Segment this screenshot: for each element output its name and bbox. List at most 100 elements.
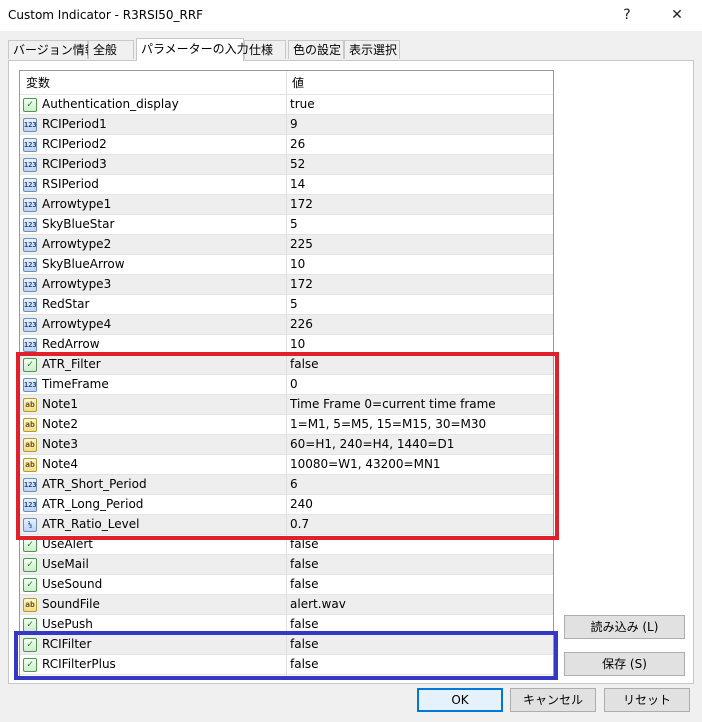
boolean-type-icon: ✓ bbox=[23, 618, 37, 632]
parameter-name: ATR_Short_Period bbox=[42, 477, 147, 491]
parameter-value[interactable]: 10080=W1, 43200=MN1 bbox=[290, 455, 441, 474]
parameter-value[interactable]: 52 bbox=[290, 155, 305, 174]
parameter-value[interactable]: 5 bbox=[290, 295, 298, 314]
parameter-value[interactable]: 240 bbox=[290, 495, 313, 514]
parameter-name: Arrowtype3 bbox=[42, 277, 112, 291]
parameter-name: RCIPeriod2 bbox=[42, 137, 107, 151]
parameter-name: SkyBlueArrow bbox=[42, 257, 125, 271]
save-button[interactable]: 保存 (S) bbox=[564, 652, 685, 676]
parameter-name: Note4 bbox=[42, 457, 79, 471]
integer-type-icon: 123 bbox=[23, 198, 37, 212]
integer-type-icon: 123 bbox=[23, 478, 37, 492]
ok-button[interactable]: OK bbox=[417, 688, 503, 712]
parameter-value[interactable]: 10 bbox=[290, 255, 305, 274]
integer-type-icon: 123 bbox=[23, 318, 37, 332]
parameter-value[interactable]: false bbox=[290, 535, 319, 554]
tab-colors[interactable]: 色の設定 bbox=[288, 40, 344, 59]
tab-version-info[interactable]: バージョン情報 bbox=[8, 40, 97, 59]
title-bar: Custom Indicator - R3RSI50_RRF ? ✕ bbox=[0, 0, 702, 31]
parameter-value[interactable]: 0.7 bbox=[290, 515, 309, 534]
boolean-type-icon: ✓ bbox=[23, 558, 37, 572]
parameter-value[interactable]: alert.wav bbox=[290, 595, 346, 614]
string-type-icon: ab bbox=[23, 458, 37, 472]
parameter-value[interactable]: 172 bbox=[290, 275, 313, 294]
parameter-name: UseMail bbox=[42, 557, 89, 571]
window-title: Custom Indicator - R3RSI50_RRF bbox=[8, 8, 204, 22]
string-type-icon: ab bbox=[23, 418, 37, 432]
parameter-value[interactable]: 6 bbox=[290, 475, 298, 494]
column-header-value[interactable]: 値 bbox=[286, 71, 553, 95]
parameter-name: RCIPeriod1 bbox=[42, 117, 107, 131]
parameter-value[interactable]: 0 bbox=[290, 375, 298, 394]
double-type-icon: ½ bbox=[23, 518, 37, 532]
boolean-type-icon: ✓ bbox=[23, 578, 37, 592]
parameter-name: RedStar bbox=[42, 297, 90, 311]
parameter-value[interactable]: 26 bbox=[290, 135, 305, 154]
integer-type-icon: 123 bbox=[23, 378, 37, 392]
parameter-name: TimeFrame bbox=[42, 377, 109, 391]
parameter-value[interactable]: false bbox=[290, 355, 319, 374]
parameter-value[interactable]: 9 bbox=[290, 115, 298, 134]
parameter-name: RedArrow bbox=[42, 337, 100, 351]
string-type-icon: ab bbox=[23, 438, 37, 452]
parameter-value[interactable]: 14 bbox=[290, 175, 305, 194]
tab-general[interactable]: 全般 bbox=[88, 40, 134, 59]
load-button[interactable]: 読み込み (L) bbox=[564, 615, 685, 639]
parameter-name: UsePush bbox=[42, 617, 93, 631]
integer-type-icon: 123 bbox=[23, 298, 37, 312]
help-button[interactable]: ? bbox=[616, 4, 638, 26]
integer-type-icon: 123 bbox=[23, 218, 37, 232]
parameter-name: SoundFile bbox=[42, 597, 100, 611]
reset-button[interactable]: リセット bbox=[604, 688, 690, 712]
parameter-value[interactable]: Time Frame 0=current time frame bbox=[290, 395, 496, 414]
tab-visualization[interactable]: 表示選択 bbox=[344, 40, 400, 59]
parameter-value[interactable]: false bbox=[290, 655, 319, 674]
parameter-name: RSIPeriod bbox=[42, 177, 99, 191]
parameter-name: Arrowtype2 bbox=[42, 237, 112, 251]
parameter-name: ATR_Long_Period bbox=[42, 497, 144, 511]
parameter-value[interactable]: false bbox=[290, 575, 319, 594]
boolean-type-icon: ✓ bbox=[23, 98, 37, 112]
integer-type-icon: 123 bbox=[23, 498, 37, 512]
integer-type-icon: 123 bbox=[23, 158, 37, 172]
column-divider bbox=[286, 71, 287, 676]
parameter-name: SkyBlueStar bbox=[42, 217, 115, 231]
parameter-name: Authentication_display bbox=[42, 97, 179, 111]
parameter-value[interactable]: false bbox=[290, 615, 319, 634]
string-type-icon: ab bbox=[23, 398, 37, 412]
parameter-name: Arrowtype4 bbox=[42, 317, 112, 331]
parameter-name: RCIFilterPlus bbox=[42, 657, 116, 671]
parameter-value[interactable]: 5 bbox=[290, 215, 298, 234]
parameter-name: ATR_Filter bbox=[42, 357, 101, 371]
integer-type-icon: 123 bbox=[23, 118, 37, 132]
close-button[interactable]: ✕ bbox=[666, 4, 688, 26]
parameter-value[interactable]: 60=H1, 240=H4, 1440=D1 bbox=[290, 435, 454, 454]
boolean-type-icon: ✓ bbox=[23, 538, 37, 552]
parameter-name: ATR_Ratio_Level bbox=[42, 517, 140, 531]
parameter-value[interactable]: 172 bbox=[290, 195, 313, 214]
integer-type-icon: 123 bbox=[23, 238, 37, 252]
parameter-name: RCIPeriod3 bbox=[42, 157, 107, 171]
boolean-type-icon: ✓ bbox=[23, 358, 37, 372]
parameter-value[interactable]: 10 bbox=[290, 335, 305, 354]
parameter-value[interactable]: 225 bbox=[290, 235, 313, 254]
parameter-name: Note3 bbox=[42, 437, 79, 451]
parameter-value[interactable]: false bbox=[290, 555, 319, 574]
integer-type-icon: 123 bbox=[23, 338, 37, 352]
integer-type-icon: 123 bbox=[23, 278, 37, 292]
boolean-type-icon: ✓ bbox=[23, 658, 37, 672]
tab-parameters[interactable]: パラメーターの入力 bbox=[136, 38, 249, 61]
integer-type-icon: 123 bbox=[23, 138, 37, 152]
parameter-value[interactable]: 226 bbox=[290, 315, 313, 334]
cancel-button[interactable]: キャンセル bbox=[510, 688, 596, 712]
parameter-value[interactable]: 1=M1, 5=M5, 15=M15, 30=M30 bbox=[290, 415, 486, 434]
integer-type-icon: 123 bbox=[23, 258, 37, 272]
parameter-name: Note2 bbox=[42, 417, 79, 431]
parameter-value[interactable]: false bbox=[290, 635, 319, 654]
parameter-name: UseAlert bbox=[42, 537, 93, 551]
tab-spec[interactable]: 仕様 bbox=[244, 40, 286, 59]
parameters-grid[interactable]: 変数 値 ✓ Authentication_display true 123 RCIPe… bbox=[19, 70, 554, 677]
boolean-type-icon: ✓ bbox=[23, 638, 37, 652]
column-header-variable[interactable]: 変数 bbox=[20, 71, 286, 95]
parameter-value[interactable]: true bbox=[290, 95, 315, 114]
